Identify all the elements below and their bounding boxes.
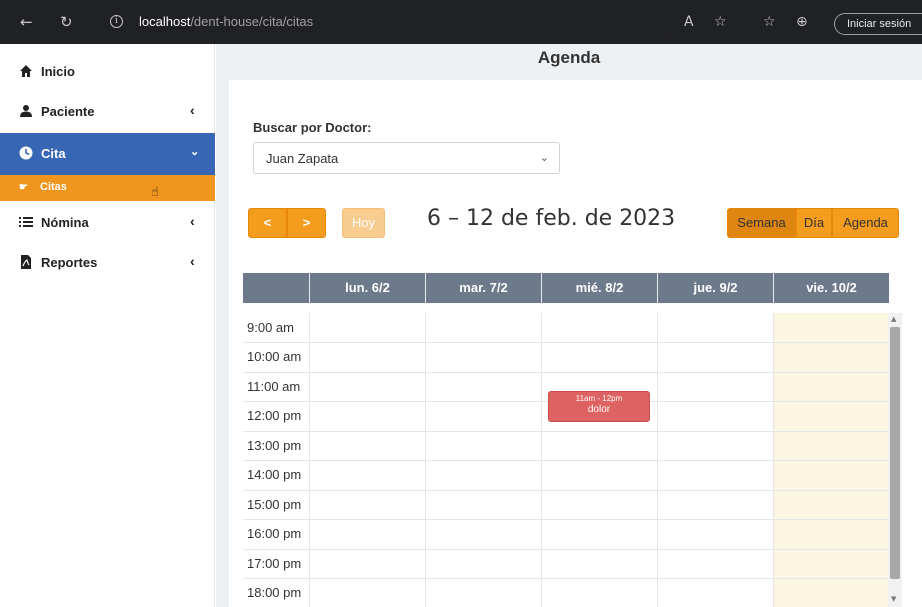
event-time: 11am - 12pm (575, 394, 623, 403)
calendar-scrollbar[interactable]: ▲ ▼ (888, 313, 902, 607)
clock-icon (19, 146, 33, 160)
back-arrow-icon[interactable]: ← (20, 15, 33, 30)
doctor-select-value: Juan Zapata (266, 151, 339, 166)
time-label: 12:00 pm (247, 408, 302, 423)
event-title: dolor (587, 404, 611, 415)
hand-pointer-icon: ☛ (19, 182, 28, 193)
time-label: 18:00 pm (247, 585, 302, 600)
sidebar-item-label: Cita (41, 146, 66, 161)
mouse-cursor-hand-icon: ☝ (151, 185, 159, 200)
time-label: 9:00 am (247, 320, 294, 335)
url-text[interactable]: localhost/dent-house/cita/citas (139, 14, 313, 29)
search-doctor-label: Buscar por Doctor: (253, 120, 372, 135)
read-aloud-icon[interactable]: A (684, 15, 694, 29)
time-label: 17:00 pm (247, 556, 302, 571)
sidebar-item-paciente[interactable]: Paciente ‹ (0, 92, 215, 132)
day-header-mon[interactable]: lun. 6/2 (309, 273, 425, 303)
row-divider (243, 490, 889, 491)
calendar-range-title: 6 – 12 de feb. de 2023 (427, 206, 676, 231)
browser-toolbar: ← ↻ i localhost/dent-house/cita/citas A … (0, 0, 922, 44)
sidebar-item-label: Reportes (41, 255, 98, 270)
sidebar-item-label: Paciente (41, 104, 95, 119)
time-label: 15:00 pm (247, 497, 302, 512)
row-divider (243, 342, 889, 343)
page-title: Agenda (537, 48, 601, 67)
sidebar-item-label: Inicio (41, 64, 75, 79)
row-divider (243, 431, 889, 432)
row-divider (243, 519, 889, 520)
time-label: 16:00 pm (247, 526, 302, 541)
calendar-header: lun. 6/2 mar. 7/2 mié. 8/2 jue. 9/2 vie.… (243, 273, 889, 303)
chevron-left-icon: ‹ (190, 253, 195, 269)
chevron-down-icon: ⌄ (190, 146, 200, 158)
day-header-tue[interactable]: mar. 7/2 (425, 273, 541, 303)
row-divider (243, 372, 889, 373)
favorite-star-icon[interactable]: ☆ (714, 15, 727, 29)
signin-button[interactable]: Iniciar sesión (834, 13, 922, 35)
sidebar-item-nomina[interactable]: Nómina ‹ (0, 203, 215, 243)
row-divider (243, 549, 889, 550)
scroll-up-arrow-icon[interactable]: ▲ (891, 315, 896, 323)
sidebar-item-reportes[interactable]: Reportes ‹ (0, 243, 215, 283)
site-info-icon[interactable]: i (110, 15, 123, 28)
sidebar-subitem-citas[interactable]: ☛ Citas (0, 175, 215, 201)
sidebar-item-inicio[interactable]: Inicio (0, 52, 215, 92)
scroll-down-arrow-icon[interactable]: ▼ (891, 595, 896, 603)
pdf-file-icon (21, 255, 31, 269)
scrollbar-thumb[interactable] (890, 327, 900, 579)
sidebar-subitem-label: Citas (40, 181, 67, 193)
collections-icon[interactable]: ⊕ (796, 15, 808, 29)
row-divider (243, 460, 889, 461)
day-header-thu[interactable]: jue. 9/2 (657, 273, 773, 303)
doctor-select[interactable]: Juan Zapata ⌄ (253, 142, 560, 174)
day-header-fri[interactable]: vie. 10/2 (773, 273, 889, 303)
sidebar: Inicio Paciente ‹ Cita ⌄ ☛ Citas Nómina … (0, 44, 215, 607)
sidebar-item-cita[interactable]: Cita ⌄ (0, 133, 215, 175)
main-content: Agenda Buscar por Doctor: Juan Zapata ⌄ … (216, 44, 922, 607)
calendar-grid[interactable]: 9:00 am 10:00 am 11:00 am 12:00 pm 13:00… (243, 313, 889, 607)
user-icon (20, 105, 32, 117)
time-label: 13:00 pm (247, 438, 302, 453)
chevron-left-icon: ‹ (190, 102, 195, 118)
calendar-event[interactable]: 11am - 12pm dolor (548, 391, 650, 422)
chevron-down-icon: ⌄ (539, 151, 549, 164)
home-icon (20, 65, 32, 77)
time-label: 11:00 am (247, 379, 301, 394)
chevron-left-icon: ‹ (190, 213, 195, 229)
favorites-list-icon[interactable]: ☆ (763, 15, 776, 29)
reload-icon[interactable]: ↻ (60, 15, 73, 30)
day-header-wed[interactable]: mié. 8/2 (541, 273, 657, 303)
time-label: 14:00 pm (247, 467, 302, 482)
week-calendar: lun. 6/2 mar. 7/2 mié. 8/2 jue. 9/2 vie.… (229, 229, 902, 607)
time-label: 10:00 am (247, 349, 302, 364)
sidebar-item-label: Nómina (41, 215, 89, 230)
row-divider (243, 578, 889, 579)
list-icon (19, 217, 33, 227)
